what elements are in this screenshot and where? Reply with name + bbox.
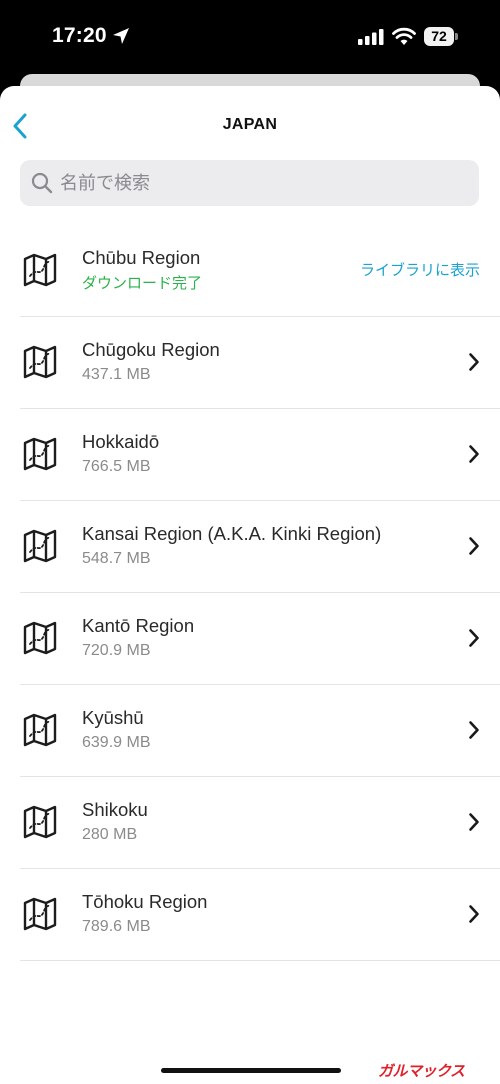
- view-in-library-link[interactable]: ライブラリに表示: [360, 259, 480, 280]
- region-row-kanto[interactable]: Kantō Region 720.9 MB: [20, 593, 500, 685]
- region-row-kansai[interactable]: Kansai Region (A.K.A. Kinki Region) 548.…: [20, 501, 500, 593]
- region-row-tohoku[interactable]: Tōhoku Region 789.6 MB: [20, 869, 500, 961]
- chevron-right-icon: [469, 905, 479, 923]
- map-icon: [22, 620, 58, 661]
- download-status: ダウンロード完了: [82, 274, 203, 292]
- status-bar: 17:20 72: [0, 0, 500, 80]
- chevron-right-icon: [469, 629, 479, 647]
- download-size: 280 MB: [82, 826, 138, 843]
- map-icon: [22, 712, 58, 753]
- wifi-icon: [392, 27, 416, 45]
- region-sheet: JAPAN Chūbu Region ダウンロード完了 ライブラリに表示: [0, 86, 500, 1084]
- download-size: 639.9 MB: [82, 734, 151, 751]
- battery-nub: [455, 33, 458, 40]
- region-row-kyushu[interactable]: Kyūshū 639.9 MB: [20, 685, 500, 777]
- region-name: Kantō Region: [82, 615, 195, 636]
- download-size: 766.5 MB: [82, 458, 151, 475]
- map-icon: [22, 804, 58, 845]
- search-bar[interactable]: [20, 160, 479, 206]
- home-indicator[interactable]: [161, 1068, 341, 1073]
- map-icon: [22, 436, 58, 477]
- chevron-right-icon: [469, 537, 479, 555]
- search-icon: [31, 172, 53, 194]
- region-name: Kyūshū: [82, 707, 144, 728]
- region-row-chubu[interactable]: Chūbu Region ダウンロード完了 ライブラリに表示: [20, 225, 500, 317]
- chevron-right-icon: [469, 721, 479, 739]
- battery-indicator: 72: [424, 27, 454, 46]
- map-icon: [22, 896, 58, 937]
- battery-level: 72: [431, 28, 447, 44]
- chevron-right-icon: [469, 813, 479, 831]
- download-size: 437.1 MB: [82, 366, 151, 383]
- region-list: Chūbu Region ダウンロード完了 ライブラリに表示 Chūgoku R…: [20, 225, 500, 961]
- watermark-logo: ガルマックス: [378, 1062, 465, 1080]
- download-size: 720.9 MB: [82, 642, 151, 659]
- download-size: 548.7 MB: [82, 550, 151, 567]
- region-name: Kansai Region (A.K.A. Kinki Region): [82, 523, 382, 544]
- region-row-hokkaido[interactable]: Hokkaidō 766.5 MB: [20, 409, 500, 501]
- map-icon: [22, 252, 58, 293]
- region-row-shikoku[interactable]: Shikoku 280 MB: [20, 777, 500, 869]
- region-name: Tōhoku Region: [82, 891, 208, 912]
- cellular-signal-icon: [358, 29, 384, 45]
- region-name: Shikoku: [82, 799, 148, 820]
- chevron-right-icon: [469, 353, 479, 371]
- chevron-right-icon: [469, 445, 479, 463]
- map-icon: [22, 344, 58, 385]
- region-name: Chūbu Region: [82, 247, 201, 268]
- download-size: 789.6 MB: [82, 918, 151, 935]
- region-name: Hokkaidō: [82, 431, 160, 452]
- map-icon: [22, 528, 58, 569]
- region-name: Chūgoku Region: [82, 339, 220, 360]
- page-title: JAPAN: [222, 116, 278, 133]
- status-time: 17:20: [52, 24, 107, 47]
- search-input[interactable]: [60, 160, 460, 206]
- region-row-chugoku[interactable]: Chūgoku Region 437.1 MB: [20, 317, 500, 409]
- location-arrow-icon: [113, 28, 129, 44]
